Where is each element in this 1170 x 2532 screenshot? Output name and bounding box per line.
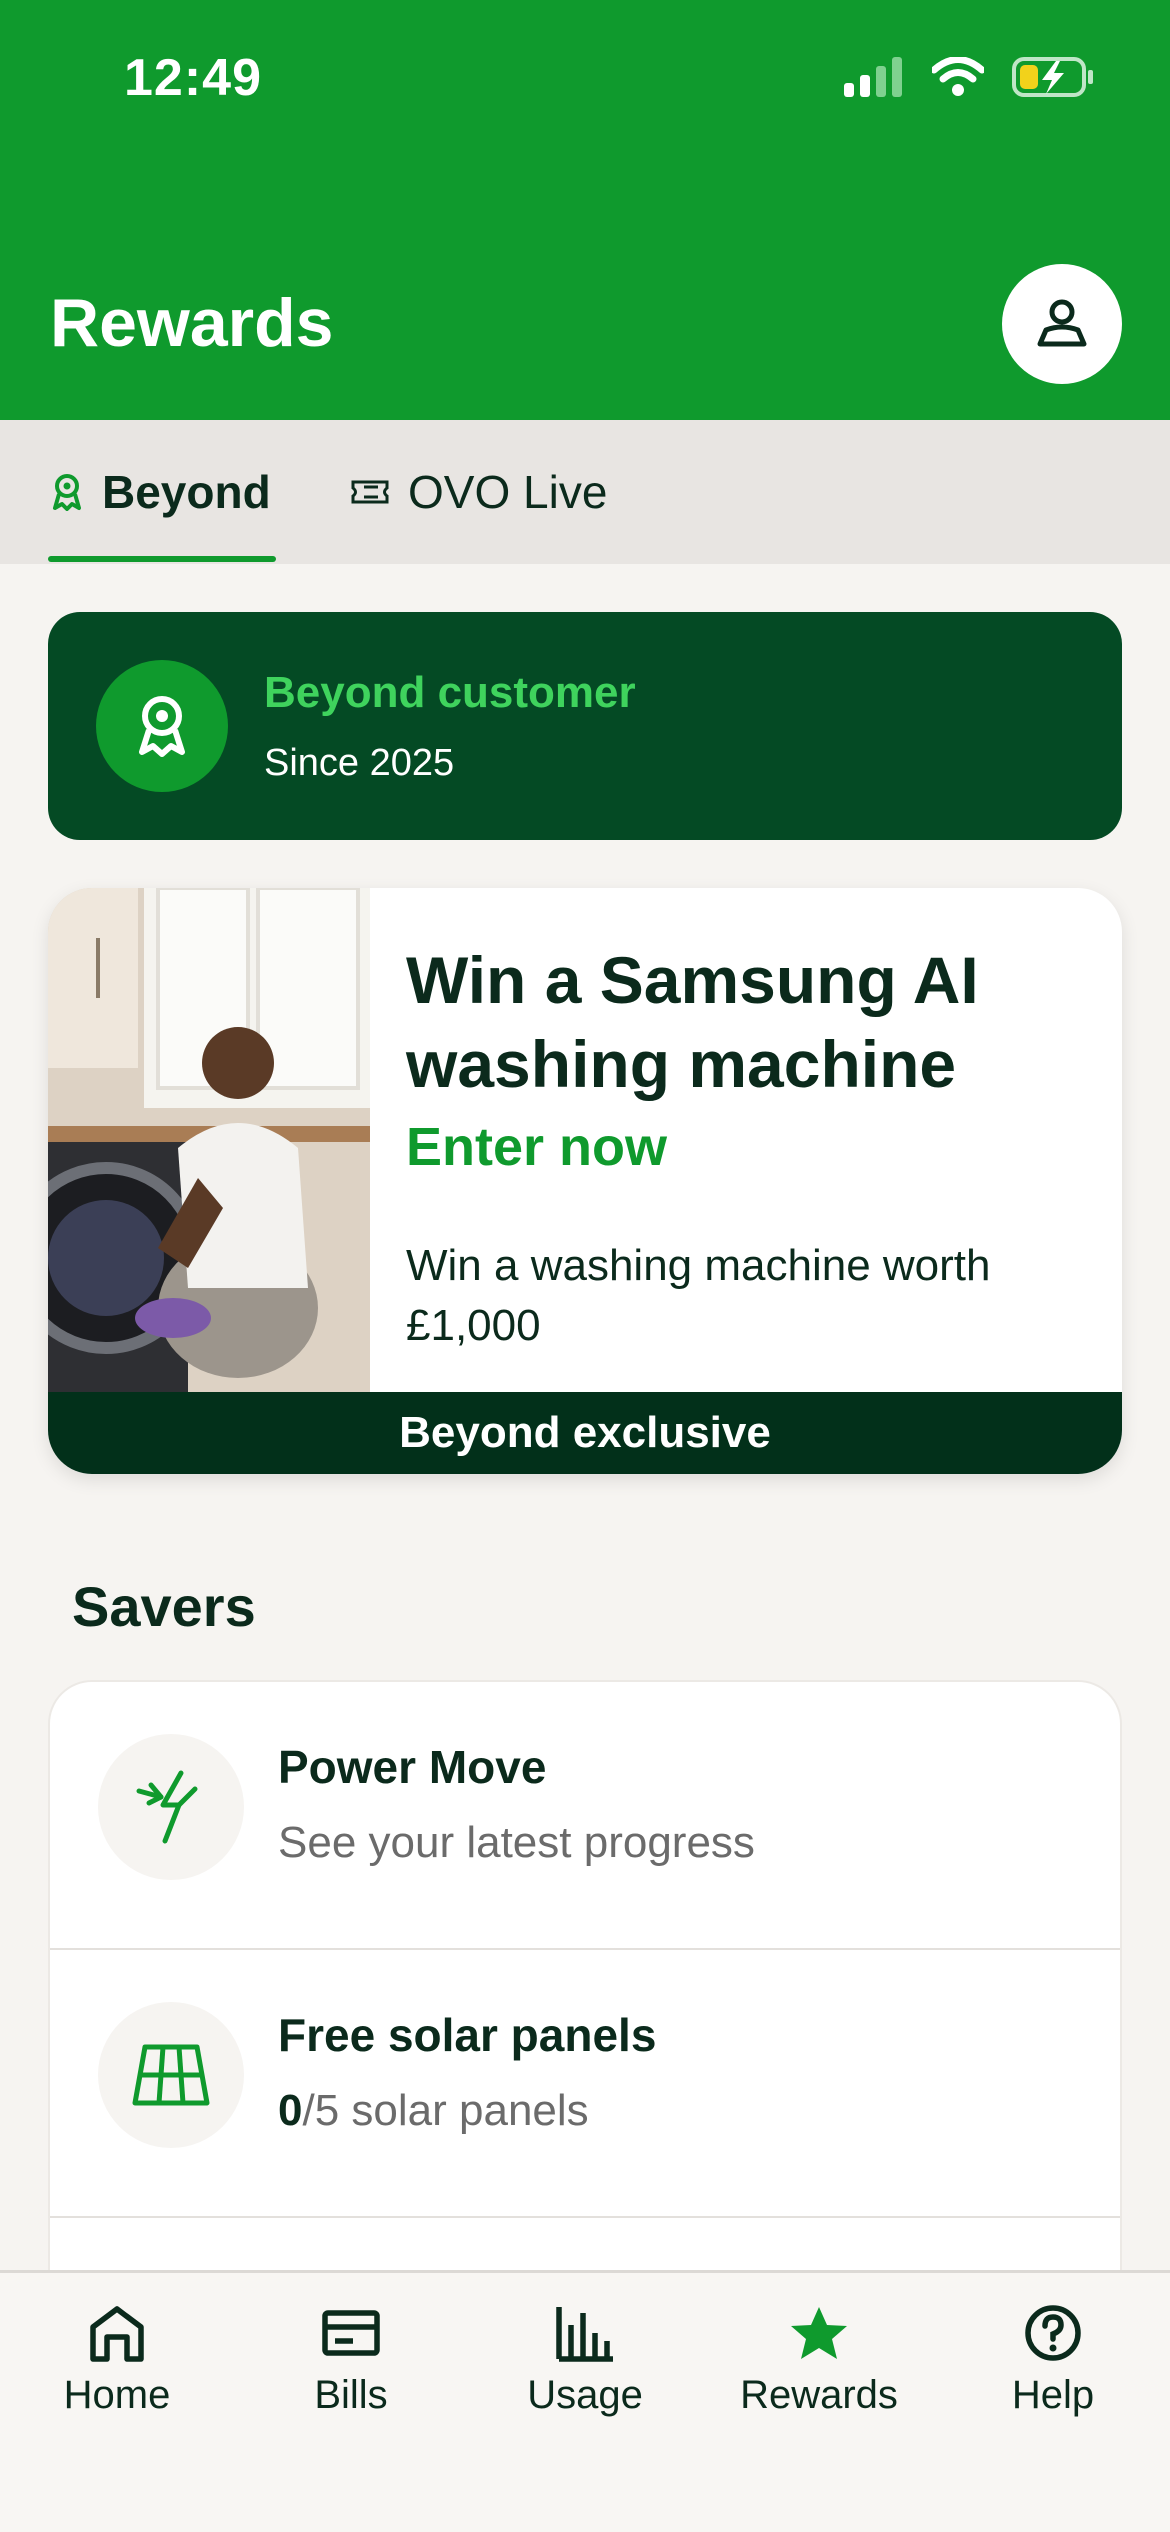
beyond-exclusive-banner: Beyond exclusive: [48, 1392, 1122, 1474]
solar-panel-icon: [132, 2044, 210, 2106]
solar-panel-total: /5 solar panels: [302, 2086, 589, 2135]
nav-help-label: Help: [1011, 2373, 1095, 2417]
savers-list: Power Move See your latest progress Free…: [48, 1680, 1122, 2280]
nav-usage-label: Usage: [527, 2373, 643, 2417]
home-icon: [90, 2306, 144, 2362]
saver-title: Power Move: [278, 1741, 547, 1793]
member-badge: [96, 660, 228, 792]
tab-beyond-label: Beyond: [102, 466, 271, 518]
nav-rewards[interactable]: Rewards: [702, 2303, 936, 2418]
enter-now-link[interactable]: Enter now: [406, 1116, 667, 1178]
member-title: Beyond customer: [264, 668, 636, 717]
solar-panel-count: 0: [278, 2086, 303, 2135]
promo-card[interactable]: Win a Samsung AI washing machine Enter n…: [48, 888, 1122, 1474]
app-header: 12:49 Rewards: [0, 0, 1170, 420]
help-icon: [1025, 2305, 1081, 2361]
nav-bills-label: Bills: [314, 2373, 388, 2417]
nav-usage[interactable]: Usage: [468, 2303, 702, 2418]
award-ribbon-icon: [53, 474, 81, 511]
nav-help[interactable]: Help: [936, 2303, 1170, 2418]
bottom-nav: Home Bills Usage Rewards Help: [0, 2270, 1170, 2532]
saver-item-power-move[interactable]: Power Move See your latest progress: [50, 1682, 1120, 1950]
signal-icon: [844, 57, 902, 97]
star-icon: [791, 2307, 847, 2359]
beyond-customer-card[interactable]: Beyond customer Since 2025: [48, 612, 1122, 840]
promo-image: [48, 888, 370, 1392]
battery-charging-icon: [1012, 57, 1093, 97]
award-ribbon-icon: [139, 696, 185, 757]
status-time: 12:49: [124, 49, 262, 107]
nav-bills[interactable]: Bills: [234, 2303, 468, 2418]
nav-rewards-label: Rewards: [740, 2373, 898, 2417]
page-title: Rewards: [50, 285, 334, 361]
saver-icon-wrapper: [98, 1734, 244, 1880]
saver-icon-wrapper: [98, 2002, 244, 2148]
nav-home[interactable]: Home: [0, 2303, 234, 2418]
saver-title: Free solar panels: [278, 2009, 657, 2061]
saver-subtitle: See your latest progress: [278, 1818, 755, 1867]
saver-subtitle: 0/5 solar panels: [278, 2086, 589, 2136]
status-icons: [844, 56, 1094, 98]
lightning-arrow-icon: [136, 1770, 198, 1844]
saver-item-free-solar-panels[interactable]: Free solar panels 0/5 solar panels: [50, 1950, 1120, 2218]
ticket-icon: [351, 480, 389, 504]
wifi-icon: [932, 57, 984, 96]
promo-description: Win a washing machine worth £1,000: [406, 1241, 991, 1350]
bills-icon: [322, 2310, 380, 2356]
rewards-tabs: Beyond OVO Live: [0, 420, 1170, 564]
tab-ovo-live[interactable]: OVO Live: [350, 420, 607, 564]
savers-section-title: Savers: [72, 1575, 256, 1638]
active-tab-indicator: [48, 556, 276, 562]
profile-button[interactable]: [1002, 264, 1122, 384]
profile-icon: [1037, 299, 1087, 347]
promo-title: Win a Samsung AI washing machine: [406, 943, 979, 1101]
member-since: Since 2025: [264, 742, 455, 784]
usage-chart-icon: [556, 2307, 613, 2362]
nav-home-label: Home: [63, 2373, 171, 2417]
tab-ovo-live-label: OVO Live: [408, 466, 608, 518]
tab-beyond[interactable]: Beyond: [50, 420, 271, 564]
